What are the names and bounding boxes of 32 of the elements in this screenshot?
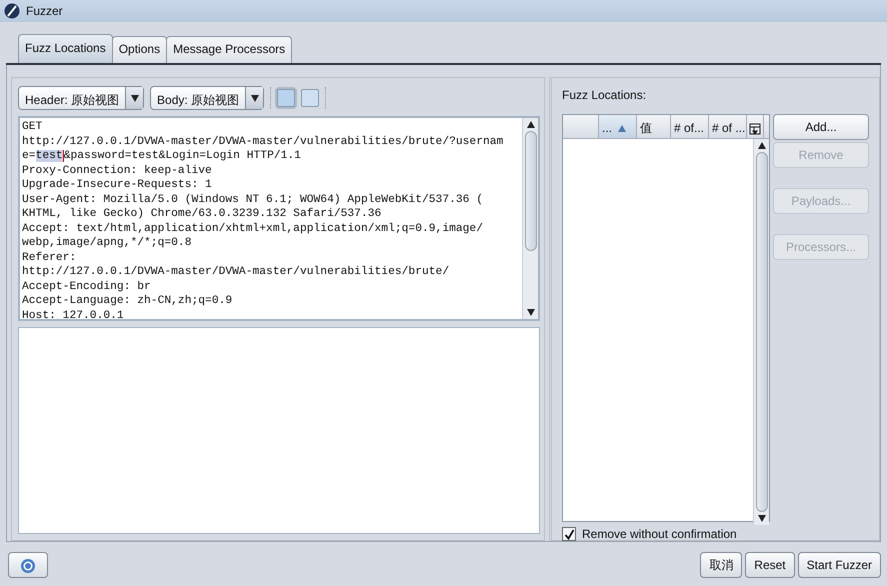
column-header[interactable]: 值 <box>637 115 671 138</box>
view-dropdown[interactable]: Header: 原始视图 <box>18 86 144 110</box>
checkbox[interactable] <box>562 527 576 541</box>
column-chooser-icon[interactable] <box>747 115 764 138</box>
sort-ascending-icon <box>618 125 626 132</box>
tab[interactable]: Message Processors <box>166 36 292 63</box>
window-title: Fuzzer <box>26 3 63 20</box>
dialog-button[interactable]: 取消 <box>700 552 742 578</box>
column-header[interactable]: ... <box>599 115 637 138</box>
tab[interactable]: Options <box>112 36 168 63</box>
dialog-button[interactable]: Reset <box>745 552 795 578</box>
app-logo-icon <box>4 3 20 19</box>
checkbox-label: Remove without confirmation <box>582 526 737 543</box>
dialog-button[interactable]: Start Fuzzer <box>798 552 881 578</box>
section-label: Fuzz Locations: <box>562 87 648 104</box>
action-button[interactable]: Add... <box>773 114 869 140</box>
scrollbar[interactable] <box>522 118 538 319</box>
scroll-down-icon[interactable] <box>526 309 534 316</box>
help-button[interactable] <box>8 552 48 578</box>
view-dropdown[interactable]: Body: 原始视图 <box>150 86 264 110</box>
dropdown-arrow-icon <box>130 94 139 102</box>
layout-toggle[interactable] <box>277 89 296 107</box>
tab[interactable]: Fuzz Locations <box>18 34 113 63</box>
scroll-up-icon[interactable] <box>758 142 766 149</box>
column-header[interactable]: # of ... <box>709 115 747 138</box>
scroll-down-icon[interactable] <box>758 515 766 522</box>
scroll-up-icon[interactable] <box>526 121 534 128</box>
column-header[interactable]: # of... <box>671 115 709 138</box>
dropdown-arrow-icon <box>250 94 259 102</box>
help-icon <box>20 558 36 574</box>
scrollbar[interactable] <box>753 139 769 525</box>
layout-toggle[interactable] <box>301 89 320 107</box>
